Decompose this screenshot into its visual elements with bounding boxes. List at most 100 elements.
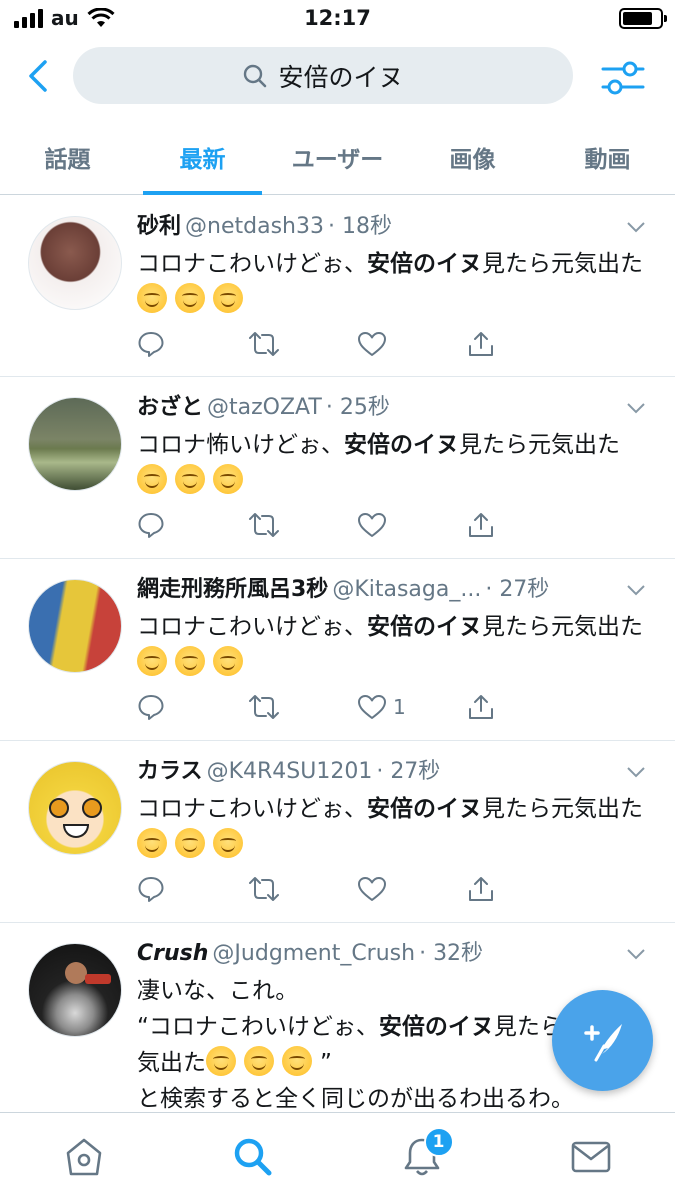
search-icon — [234, 1138, 272, 1175]
reply-button[interactable] — [137, 690, 247, 724]
search-tabs: 話題 最新 ユーザー 画像 動画 — [0, 120, 675, 195]
reply-button[interactable] — [137, 872, 247, 906]
like-button[interactable] — [357, 327, 467, 361]
author-name[interactable]: おざと — [137, 395, 203, 420]
nav-home[interactable] — [0, 1113, 169, 1200]
smile-emoji-icon — [213, 464, 243, 494]
share-icon — [469, 513, 493, 537]
header: 安倍のイヌ — [0, 36, 675, 120]
tab-latest[interactable]: 最新 — [135, 120, 270, 195]
author-name[interactable]: カラス — [137, 759, 203, 784]
reply-icon — [138, 513, 164, 538]
avatar[interactable] — [28, 761, 122, 855]
retweet-button[interactable] — [247, 508, 357, 542]
heart-icon — [358, 695, 386, 719]
avatar[interactable] — [28, 579, 122, 673]
retweet-button[interactable] — [247, 690, 357, 724]
tweet-time: · 18秒 — [327, 214, 392, 239]
tweet[interactable]: 砂利 @netdash33 · 18秒 コロナこわいけどぉ、安倍のイヌ見たら元気出た — [0, 196, 675, 377]
smile-emoji-icon — [137, 646, 167, 676]
retweet-icon — [249, 877, 279, 901]
chevron-down-icon[interactable] — [625, 579, 647, 601]
tweet-actions — [137, 508, 577, 542]
like-button[interactable]: 1 — [357, 690, 467, 724]
bottom-nav: 1 — [0, 1112, 675, 1200]
smile-emoji-icon — [206, 1046, 236, 1076]
notification-badge: 1 — [423, 1127, 454, 1157]
tab-videos[interactable]: 動画 — [540, 120, 675, 194]
tweet-header: 網走刑務所風呂3秒 @Kitasaga_... · 27秒 — [137, 573, 617, 607]
avatar[interactable] — [28, 397, 122, 491]
smile-emoji-icon — [175, 283, 205, 313]
chevron-down-icon[interactable] — [625, 761, 647, 783]
search-filter-button[interactable] — [598, 56, 648, 100]
tweet-header: カラス @K4R4SU1201 · 27秒 — [137, 755, 617, 789]
search-input[interactable]: 安倍のイヌ — [73, 47, 573, 104]
compose-tweet-button[interactable] — [552, 990, 653, 1091]
smile-emoji-icon — [175, 464, 205, 494]
share-icon — [469, 877, 493, 901]
reply-button[interactable] — [137, 508, 247, 542]
heart-icon — [358, 877, 386, 901]
author-handle[interactable]: @netdash33 — [185, 214, 324, 239]
tweet-time: · 27秒 — [376, 759, 441, 784]
smile-emoji-icon — [213, 283, 243, 313]
nav-search[interactable] — [169, 1113, 338, 1200]
share-button[interactable] — [467, 872, 577, 906]
share-button[interactable] — [467, 508, 577, 542]
tweet-header: Crush @Judgment_Crush · 32秒 — [137, 937, 617, 971]
chevron-down-icon[interactable] — [625, 216, 647, 238]
smile-emoji-icon — [137, 464, 167, 494]
status-time: 12:17 — [304, 6, 371, 30]
heart-icon — [358, 332, 386, 356]
tweet-time: · 27秒 — [485, 577, 550, 602]
avatar[interactable] — [28, 943, 122, 1037]
like-button[interactable] — [357, 508, 467, 542]
smile-emoji-icon — [213, 646, 243, 676]
like-button[interactable] — [357, 872, 467, 906]
author-name[interactable]: 砂利 — [137, 214, 181, 239]
chevron-down-icon[interactable] — [625, 943, 647, 965]
retweet-icon — [249, 513, 279, 537]
tweet-actions — [137, 872, 577, 906]
like-count: 1 — [393, 695, 406, 719]
status-bar: au 12:17 — [0, 0, 675, 36]
tweet-actions — [137, 327, 577, 361]
tab-photos[interactable]: 画像 — [405, 120, 540, 194]
smile-emoji-icon — [244, 1046, 274, 1076]
author-name[interactable]: Crush — [137, 941, 208, 966]
tab-people[interactable]: ユーザー — [270, 120, 405, 194]
share-button[interactable] — [467, 690, 577, 724]
nav-messages[interactable] — [506, 1113, 675, 1200]
tab-top[interactable]: 話題 — [0, 120, 135, 194]
tweet[interactable]: カラス @K4R4SU1201 · 27秒 コロナこわいけどぉ、安倍のイヌ見たら元気… — [0, 741, 675, 923]
chevron-down-icon[interactable] — [625, 397, 647, 419]
tweet[interactable]: おざと @tazOZAT · 25秒 コロナ怖いけどぉ、安倍のイヌ見たら元気出た — [0, 377, 675, 559]
search-query: 安倍のイヌ — [278, 62, 404, 92]
retweet-icon — [249, 332, 279, 356]
reply-button[interactable] — [137, 327, 247, 361]
heart-icon — [358, 513, 386, 537]
share-icon — [469, 695, 493, 719]
back-button[interactable] — [18, 54, 58, 98]
retweet-button[interactable] — [247, 872, 357, 906]
smile-emoji-icon — [137, 283, 167, 313]
author-handle[interactable]: @Kitasaga_... — [332, 577, 481, 602]
tweet[interactable]: 網走刑務所風呂3秒 @Kitasaga_... · 27秒 コロナこわいけどぉ、安倍… — [0, 559, 675, 741]
chevron-left-icon — [29, 60, 47, 92]
author-handle[interactable]: @K4R4SU1201 — [207, 759, 373, 784]
share-icon — [469, 332, 493, 356]
smile-emoji-icon — [282, 1046, 312, 1076]
tweet-time: · 32秒 — [419, 941, 484, 966]
retweet-button[interactable] — [247, 327, 357, 361]
compose-feather-icon — [583, 1023, 622, 1061]
share-button[interactable] — [467, 327, 577, 361]
avatar[interactable] — [28, 216, 122, 310]
author-handle[interactable]: @tazOZAT — [207, 395, 322, 420]
author-name[interactable]: 網走刑務所風呂3秒 — [137, 577, 328, 602]
sliders-icon — [601, 61, 645, 95]
smile-emoji-icon — [213, 828, 243, 858]
author-handle[interactable]: @Judgment_Crush — [212, 941, 415, 966]
nav-notifications[interactable]: 1 — [338, 1113, 507, 1200]
tweet-text: コロナこわいけどぉ、安倍のイヌ見たら元気出た — [137, 246, 652, 318]
